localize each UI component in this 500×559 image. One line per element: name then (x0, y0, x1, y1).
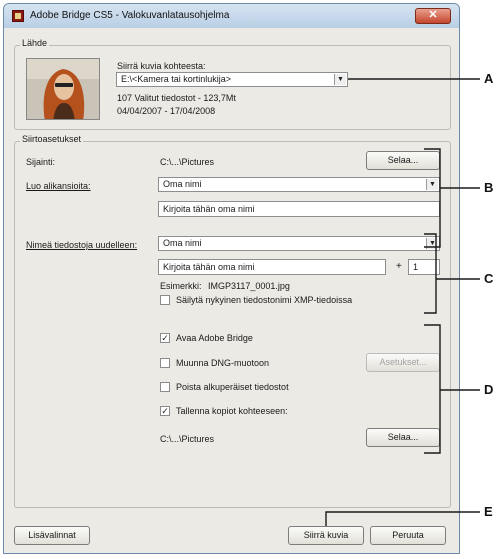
callout-a: A (484, 71, 494, 86)
callout-d: D (484, 382, 494, 397)
callout-b: B (484, 180, 494, 195)
callout-b-bracket (424, 148, 441, 248)
callout-c-bracket (424, 233, 437, 314)
callout-e: E (484, 504, 493, 519)
callout-d-bracket (424, 324, 441, 454)
callout-e-line (325, 511, 480, 526)
callout-c: C (484, 271, 494, 286)
callout-lines (325, 78, 480, 526)
